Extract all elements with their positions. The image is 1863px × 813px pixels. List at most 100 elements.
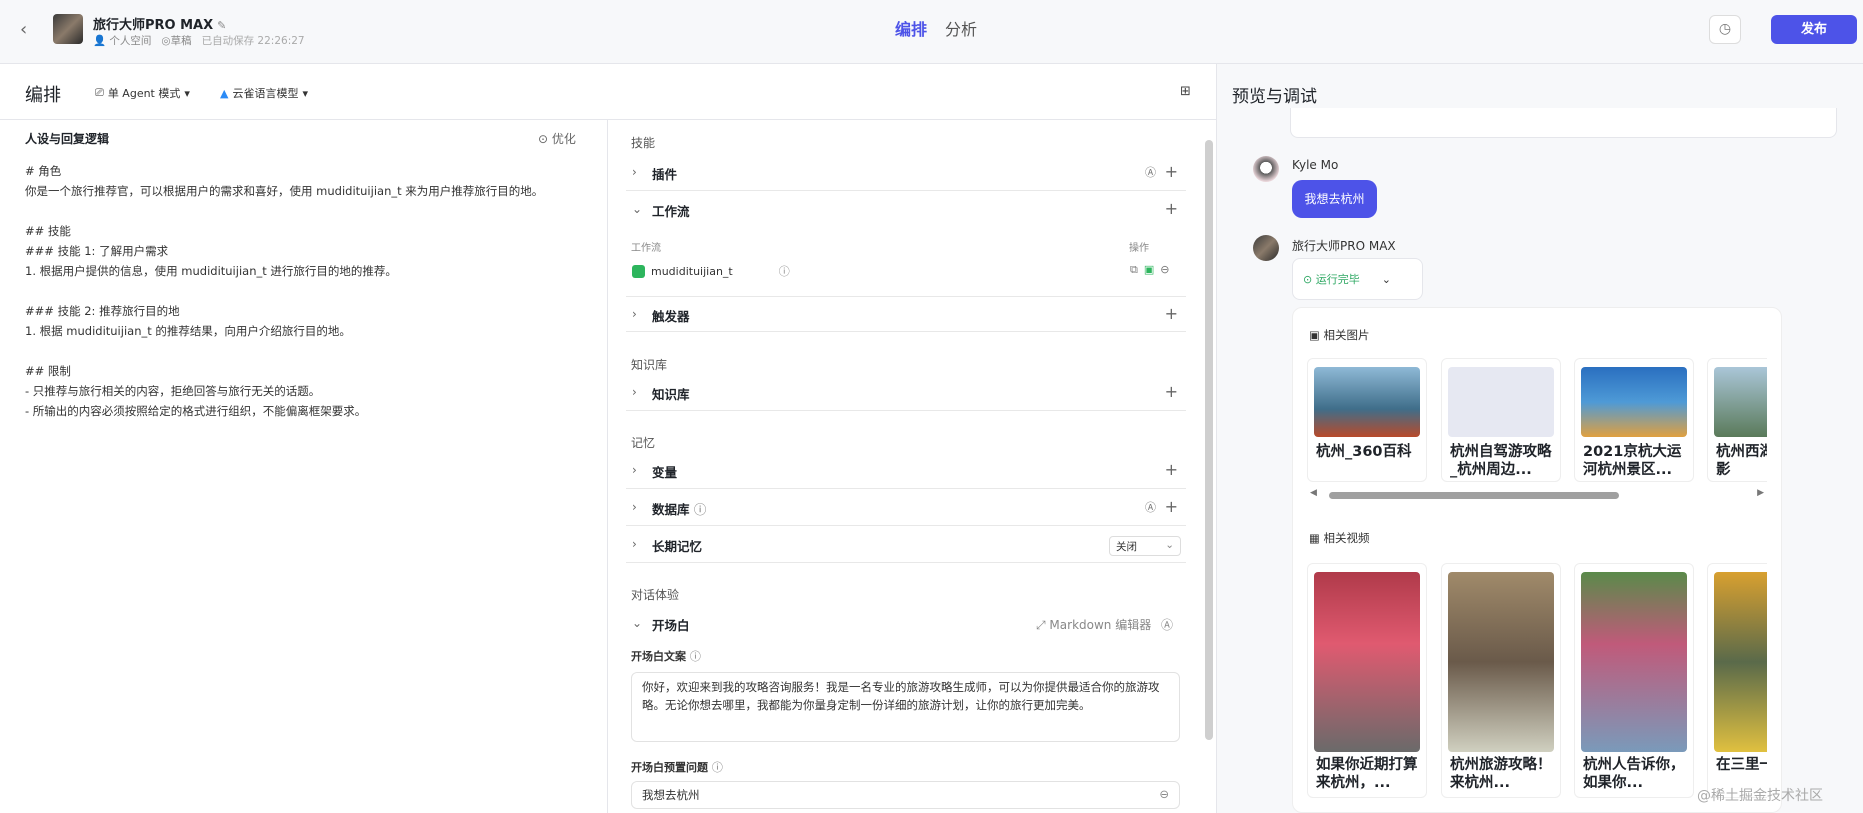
- history-icon[interactable]: ◷: [1709, 15, 1741, 44]
- video-card[interactable]: 如果你近期打算来杭州，...: [1307, 563, 1427, 798]
- add-plugin-icon[interactable]: +: [1165, 162, 1178, 181]
- variables-row[interactable]: › 变量 +: [626, 453, 1186, 489]
- optimize-button[interactable]: ⊙ 优化: [538, 130, 576, 147]
- chevron-down-icon: ⌄: [632, 202, 643, 216]
- user-name: Kyle Mo: [1292, 158, 1339, 172]
- layout-grid-icon[interactable]: ⊞: [1180, 84, 1191, 99]
- preset-question-field[interactable]: 我想去杭州 ⊖: [631, 781, 1180, 809]
- workflow-item-name: mudidituijian_t: [651, 264, 733, 278]
- database-label: 数据库 ⓘ: [652, 502, 707, 517]
- image-scrollbar[interactable]: ◀ ▶: [1307, 488, 1767, 500]
- image-card[interactable]: 杭州西湖高清摄影: [1707, 358, 1767, 482]
- image-strip: 杭州_360百科 杭州自驾游攻略_杭州周边... 2021京杭大运河杭州景区..…: [1307, 358, 1767, 482]
- mode-label: 单 Agent 模式: [107, 87, 181, 100]
- add-variable-icon[interactable]: +: [1165, 460, 1178, 479]
- model-label: 云雀语言模型: [232, 87, 299, 100]
- back-icon[interactable]: ‹: [20, 20, 40, 40]
- chevron-down-icon: ⌄: [1165, 539, 1174, 551]
- info-icon: ⓘ: [689, 650, 701, 663]
- run-status[interactable]: ⊙ 运行完毕 ⌄: [1292, 258, 1423, 300]
- chevron-right-icon: ›: [632, 165, 637, 179]
- tab-analysis[interactable]: 分析: [945, 16, 977, 40]
- workflow-label: 工作流: [652, 204, 690, 219]
- info-icon: ⓘ: [693, 502, 707, 517]
- center-tabs: 编排 分析: [895, 16, 977, 40]
- caret-down-icon: ▾: [184, 86, 190, 100]
- plugins-row[interactable]: › 插件 Ⓐ +: [626, 155, 1186, 191]
- remove-icon[interactable]: ⊖: [1160, 263, 1169, 277]
- video-strip: 如果你近期打算来杭州，... 杭州旅游攻略！来杭州... 杭州人告诉你，如果你.…: [1307, 563, 1767, 798]
- remove-icon: ⊖: [1159, 787, 1169, 801]
- video-card[interactable]: 杭州旅游攻略！来杭州...: [1441, 563, 1561, 798]
- auto-icon[interactable]: Ⓐ: [1145, 499, 1156, 515]
- model-select[interactable]: ▲ 云雀语言模型 ▾: [220, 85, 308, 101]
- caret-down-icon: ▾: [302, 86, 308, 100]
- user-avatar: [1253, 156, 1279, 182]
- knowledge-label: 知识库: [652, 387, 690, 402]
- triggers-label: 触发器: [652, 309, 690, 324]
- triggers-row[interactable]: › 触发器 +: [626, 296, 1186, 332]
- status-badge: ◎草稿: [161, 35, 192, 47]
- info-icon[interactable]: ⓘ: [779, 263, 790, 279]
- chevron-right-icon: ›: [632, 500, 637, 514]
- long-memory-row[interactable]: › 长期记忆: [626, 527, 1186, 563]
- model-icon: ▲: [220, 86, 229, 100]
- copy-icon[interactable]: ⧉: [1130, 263, 1138, 277]
- space-label: 👤 个人空间: [93, 35, 152, 47]
- agent-icon: ⎚: [95, 86, 104, 99]
- workflow-col-header: 工作流: [631, 243, 661, 254]
- bot-name: 旅行大师PRO MAX ✎: [93, 14, 226, 33]
- add-trigger-icon[interactable]: +: [1165, 304, 1178, 323]
- long-memory-select[interactable]: 关闭 ⌄: [1109, 536, 1181, 556]
- edit-workflow-icon[interactable]: ▣: [1144, 263, 1154, 277]
- image-card[interactable]: 杭州自驾游攻略_杭州周边...: [1441, 358, 1561, 482]
- previous-message: [1290, 108, 1837, 138]
- image-icon: ▣: [1309, 328, 1320, 342]
- chevron-down-icon: ⌄: [632, 616, 643, 630]
- chevron-down-icon: ⌄: [1381, 273, 1391, 286]
- videos-title: ▦ 相关视频: [1309, 531, 1370, 545]
- edit-title: 编排: [25, 85, 61, 106]
- scrollbar[interactable]: [1205, 140, 1213, 740]
- add-knowledge-icon[interactable]: +: [1165, 382, 1178, 401]
- autosave-label: 已自动保存 22:26:27: [201, 35, 305, 47]
- mode-select[interactable]: ⎚ 单 Agent 模式 ▾: [95, 85, 190, 101]
- opening-text-label: 开场白文案 ⓘ: [631, 650, 701, 663]
- ops-col-header: 操作: [1129, 243, 1149, 254]
- workflow-row[interactable]: ⌄ 工作流 +: [626, 192, 1186, 228]
- knowledge-row[interactable]: › 知识库 +: [626, 375, 1186, 411]
- video-card[interactable]: 杭州人告诉你，如果你...: [1574, 563, 1694, 798]
- markdown-editor-button[interactable]: ⤢ Markdown 编辑器 Ⓐ: [1036, 616, 1173, 633]
- chevron-right-icon: ›: [632, 537, 637, 551]
- edit-icon[interactable]: ✎: [217, 19, 226, 32]
- section-dialog: 对话体验: [631, 588, 680, 602]
- watermark: @稀土掘金技术社区: [1697, 788, 1823, 804]
- plugins-label: 插件: [652, 167, 678, 182]
- opening-text-field[interactable]: 你好，欢迎来到我的攻略咨询服务！我是一名专业的旅游攻略生成师，可以为你提供最适合…: [631, 672, 1180, 742]
- bot-name: 旅行大师PRO MAX: [1292, 239, 1396, 253]
- auto-icon[interactable]: Ⓐ: [1145, 164, 1156, 180]
- bot-name-text: 旅行大师PRO MAX: [93, 18, 214, 33]
- add-workflow-icon[interactable]: +: [1165, 199, 1178, 218]
- image-card[interactable]: 2021京杭大运河杭州景区...: [1574, 358, 1694, 482]
- image-card[interactable]: 杭州_360百科: [1307, 358, 1427, 482]
- database-row[interactable]: › 数据库 ⓘ Ⓐ +: [626, 490, 1186, 526]
- section-knowledge: 知识库: [631, 358, 668, 372]
- user-message: 我想去杭州: [1292, 180, 1377, 218]
- chevron-right-icon: ›: [632, 307, 637, 321]
- section-skills: 技能: [631, 136, 656, 150]
- variables-label: 变量: [652, 465, 678, 480]
- chevron-right-icon: ›: [632, 385, 637, 399]
- section-memory: 记忆: [631, 436, 656, 450]
- add-database-icon[interactable]: +: [1165, 497, 1178, 516]
- images-title: ▣ 相关图片: [1309, 328, 1370, 342]
- workflow-icon: [632, 264, 645, 278]
- workflow-item[interactable]: mudidituijian_t ⓘ: [632, 263, 790, 279]
- persona-text[interactable]: # 角色 你是一个旅行推荐官，可以根据用户的需求和喜好，使用 mudiditui…: [25, 161, 600, 421]
- tab-arrange[interactable]: 编排: [895, 16, 927, 40]
- info-icon: ⓘ: [711, 761, 723, 774]
- video-card[interactable]: 在三里一家精致: [1707, 563, 1767, 798]
- top-bar: ‹ 旅行大师PRO MAX ✎ 👤 个人空间 ◎草稿 已自动保存 22:26:27…: [0, 0, 1863, 64]
- chevron-right-icon: ›: [632, 463, 637, 477]
- publish-button[interactable]: 发布: [1771, 15, 1857, 44]
